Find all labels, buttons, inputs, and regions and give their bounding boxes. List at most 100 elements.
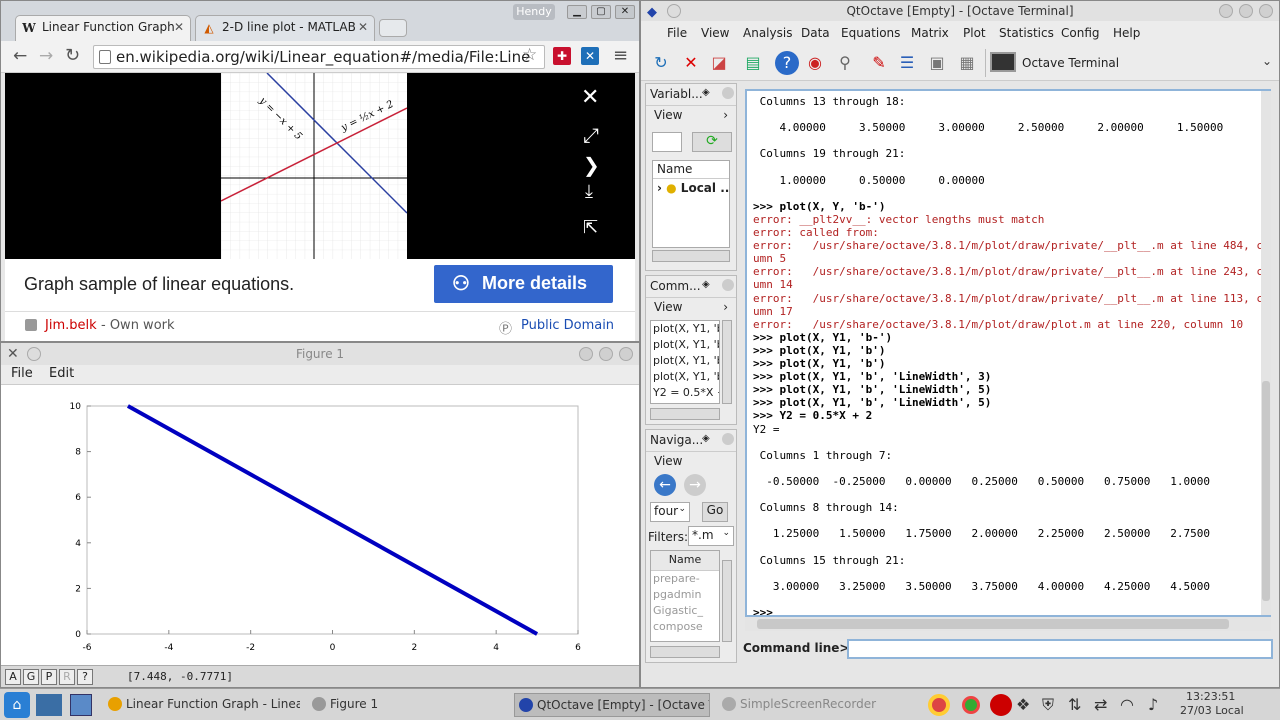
command-line-input[interactable] [847, 639, 1273, 659]
next-image-icon[interactable]: ❯ [583, 153, 600, 177]
address-bar[interactable]: en.wikipedia.org/wiki/Linear_equation#/m… [93, 45, 545, 69]
help-button[interactable]: ? [77, 669, 93, 685]
network-icon[interactable]: ⇄ [1094, 695, 1107, 714]
recorder-tray-icon[interactable] [990, 694, 1012, 716]
history-item[interactable]: plot(X, Y1, 'b') [651, 337, 719, 353]
go-button[interactable]: Go [702, 502, 728, 522]
menu-data[interactable]: Data [801, 26, 830, 40]
file-item[interactable]: compose [651, 619, 719, 635]
menu-plot[interactable]: Plot [963, 26, 986, 40]
menu-config[interactable]: Config [1061, 26, 1100, 40]
editor-icon[interactable]: ✎ [867, 51, 891, 75]
dock-float-icon[interactable]: ◈ [702, 433, 710, 444]
menu-view[interactable]: View [701, 26, 729, 40]
maximize-button[interactable]: ▢ [591, 5, 611, 19]
dock-close-icon[interactable] [722, 279, 734, 291]
octave-maximize-button[interactable] [1239, 4, 1253, 18]
nav-back-icon[interactable]: ← [654, 474, 676, 496]
window-menu-icon[interactable] [27, 347, 41, 361]
search-icon[interactable]: ⚲ [833, 51, 857, 75]
stop-icon[interactable]: ✕ [679, 51, 703, 75]
minimize-button[interactable]: ▁ [567, 5, 587, 19]
extension-x-icon[interactable]: ✕ [581, 47, 599, 65]
reload-icon[interactable]: ↻ [65, 45, 80, 66]
hscroll-thumb[interactable] [757, 619, 1229, 629]
command-history-list[interactable]: plot(X, Y1, 'b- plot(X, Y1, 'b') plot(X,… [650, 320, 720, 404]
autoscale-button[interactable]: A [5, 669, 21, 685]
file-item[interactable]: pgadmin [651, 587, 719, 603]
variables-view-menu[interactable]: View › [646, 106, 736, 126]
window-menu-icon[interactable] [667, 4, 681, 18]
file-list[interactable]: Name prepare- pgadmin Gigastic_ compose [650, 550, 720, 642]
menu-equations[interactable]: Equations [841, 26, 900, 40]
rotate-button[interactable]: R [59, 669, 75, 685]
table-icon[interactable]: ▤ [741, 51, 765, 75]
figure-maximize-button[interactable] [599, 347, 613, 361]
variable-filter-input[interactable] [652, 132, 682, 152]
dock-close-icon[interactable] [722, 87, 734, 99]
pan-button[interactable]: P [41, 669, 57, 685]
nav-forward-icon[interactable]: → [684, 474, 706, 496]
close-tab-icon[interactable]: ✕ [358, 20, 368, 34]
menu-edit[interactable]: Edit [49, 366, 74, 381]
octave-close-button[interactable] [1259, 4, 1273, 18]
history-scrollbar[interactable] [722, 320, 732, 404]
chrome-alt-tray-icon[interactable] [962, 696, 980, 714]
task-browser[interactable]: Linear Function Graph - Linear e [104, 693, 300, 717]
bookmark-star-icon[interactable]: ☆ [522, 45, 537, 65]
history-item[interactable]: Y2 = 0.5*X + [651, 385, 719, 401]
octave-minimize-button[interactable] [1219, 4, 1233, 18]
share-icon[interactable]: ⇱ [583, 217, 598, 238]
dock-float-icon[interactable]: ◈ [702, 87, 710, 98]
expand-icon[interactable]: ⤢ [583, 123, 599, 147]
filter-select[interactable]: *.m ⌄ [688, 526, 734, 546]
close-window-button[interactable]: ✕ [615, 5, 635, 19]
history-item[interactable]: plot(X, Y1, 'b- [651, 321, 719, 337]
download-icon[interactable]: ⤓ [585, 181, 593, 202]
history-item[interactable]: plot(X, Y1, 'b' [651, 369, 719, 385]
more-details-button[interactable]: ⚇ More details [434, 265, 613, 303]
menu-statistics[interactable]: Statistics [999, 26, 1054, 40]
tree-item-local[interactable]: › ● Local ... [653, 179, 729, 197]
refresh-variables-button[interactable]: ⟳ [692, 132, 732, 152]
clock-time[interactable]: 13:23:51 [1186, 690, 1235, 703]
update-icon[interactable]: ⇅ [1068, 695, 1081, 714]
tab-matlab-plot[interactable]: ◭ 2-D line plot - MATLAB ✕ [195, 15, 375, 41]
history-item[interactable]: plot(X, Y1, 'b' [651, 353, 719, 369]
tab-linear-function-graph[interactable]: W Linear Function Graph ✕ [15, 15, 191, 41]
menu-file[interactable]: File [11, 366, 33, 381]
forward-icon[interactable]: → [39, 46, 53, 66]
task-figure[interactable]: Figure 1 [308, 693, 488, 717]
dock-float-icon[interactable]: ◈ [702, 279, 710, 290]
refresh-icon[interactable]: ↻ [649, 51, 673, 75]
directory-select[interactable]: four ⌄ [650, 502, 690, 522]
new-tab-button[interactable] [379, 19, 407, 37]
dock-close-icon[interactable] [722, 433, 734, 445]
extension-icon[interactable]: ✚ [553, 47, 571, 65]
show-desktop-icon[interactable] [36, 694, 62, 716]
close-tab-icon[interactable]: ✕ [174, 20, 184, 34]
folder-icon[interactable]: ▣ [925, 51, 949, 75]
task-octave[interactable]: QtOctave [Empty] - [Octave Term [514, 693, 710, 717]
navigator-view-menu[interactable]: View [646, 452, 736, 472]
file-item[interactable]: Gigastic_ [651, 603, 719, 619]
shield-icon[interactable]: ⛨ [1042, 695, 1054, 715]
file-item[interactable]: prepare- [651, 571, 719, 587]
list-icon[interactable]: ☰ [895, 51, 919, 75]
variables-tree[interactable]: Name › ● Local ... [652, 160, 730, 248]
user-badge[interactable]: Hendy [513, 4, 555, 20]
author-link[interactable]: Jim.belk [45, 318, 97, 333]
dropbox-icon[interactable]: ❖ [1016, 695, 1030, 714]
menu-analysis[interactable]: Analysis [743, 26, 792, 40]
figure-close-button[interactable] [619, 347, 633, 361]
chrome-tray-icon[interactable] [928, 694, 950, 716]
search-help-icon[interactable]: ◉ [803, 51, 827, 75]
file-manager-icon[interactable] [70, 694, 92, 716]
wifi-icon[interactable]: ◠ [1120, 695, 1134, 714]
octave-terminal[interactable]: Columns 13 through 18: 4.00000 3.50000 3… [745, 89, 1271, 617]
help-icon[interactable]: ? [775, 51, 799, 75]
volume-icon[interactable]: ♪ [1148, 695, 1158, 714]
grid-button[interactable]: G [23, 669, 39, 685]
task-screen-recorder[interactable]: SimpleScreenRecorder [718, 693, 914, 717]
scroll-thumb[interactable] [1262, 381, 1270, 601]
